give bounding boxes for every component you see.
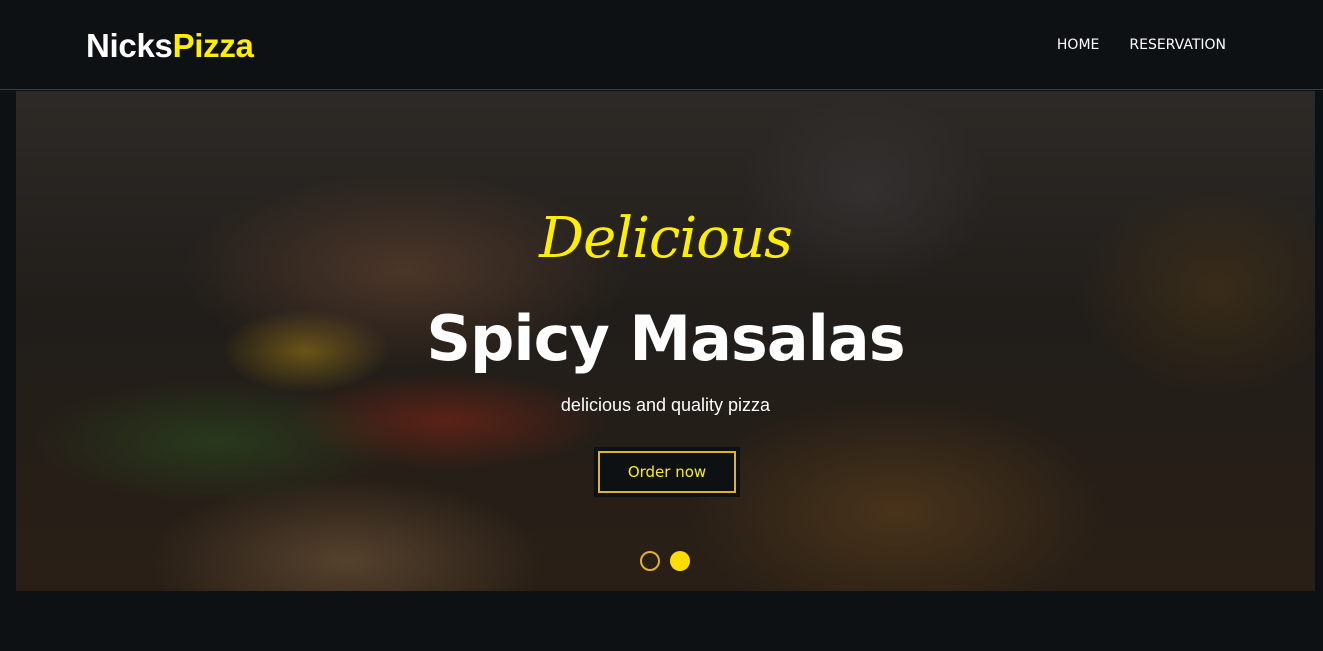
nav-home-link[interactable]: HOME xyxy=(1057,36,1099,54)
nav-reservation-link[interactable]: RESERVATION xyxy=(1129,36,1226,54)
hero-script-heading: Delicious xyxy=(539,206,793,271)
carousel-dot-2-active[interactable] xyxy=(670,551,690,571)
brand-logo[interactable]: NicksPizza xyxy=(86,27,254,65)
nav-menu: HOME RESERVATION xyxy=(1057,36,1226,54)
brand-name-first: Nicks xyxy=(86,27,173,64)
navbar: NicksPizza HOME RESERVATION xyxy=(0,0,1323,90)
order-now-label: Order now xyxy=(598,451,736,493)
hero-subtitle: delicious and quality pizza xyxy=(560,395,771,415)
hero-carousel: Delicious Spicy Masalas delicious and qu… xyxy=(16,91,1315,591)
brand-name-second: Pizza xyxy=(172,27,254,64)
order-now-button[interactable]: Order now xyxy=(594,447,740,497)
carousel-dot-1[interactable] xyxy=(640,551,660,571)
hero-title: Spicy Masalas xyxy=(426,302,905,375)
carousel-indicators xyxy=(640,551,690,571)
